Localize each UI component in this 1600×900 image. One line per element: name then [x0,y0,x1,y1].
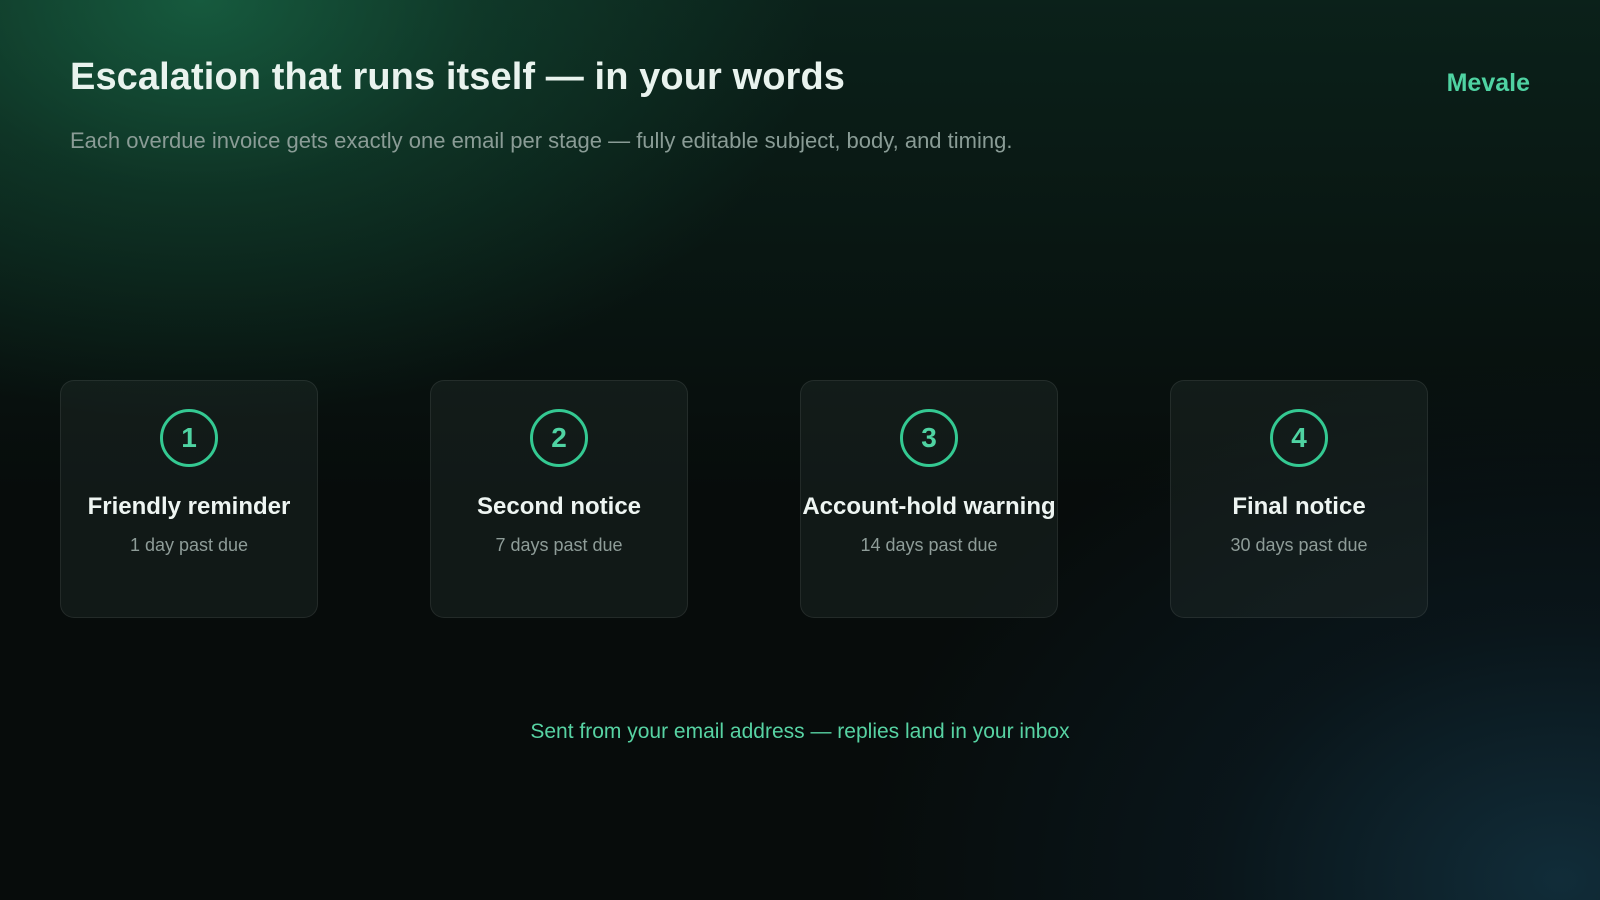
stage-timing: 14 days past due [860,535,998,555]
stage-timing: 30 days past due [1230,535,1368,555]
stage-number-badge: 3 [900,409,958,467]
stage-card-1: 1 Friendly reminder 1 day past due [60,380,318,618]
stage-number-badge: 4 [1270,409,1328,467]
footer-note: Sent from your email address — replies l… [530,720,1070,743]
stage-name: Second notice [476,493,642,520]
stage-name: Account-hold warning [802,493,1056,520]
stage-name: Final notice [1232,493,1366,520]
stage-timing: 7 days past due [495,535,623,555]
stage-number-badge: 2 [530,409,588,467]
stage-card-3: 3 Account-hold warning 14 days past due [800,380,1058,618]
page-subtitle: Each overdue invoice gets exactly one em… [70,128,1013,153]
stage-number-badge: 1 [160,409,218,467]
stage-card-2: 2 Second notice 7 days past due [430,380,688,618]
brand-logo: Mevale [1446,69,1530,97]
stage-name: Friendly reminder [87,493,291,520]
page-title: Escalation that runs itself — in your wo… [70,56,845,98]
stage-timing: 1 day past due [129,535,249,555]
stage-list: 1 Friendly reminder 1 day past due 2 Sec… [60,380,1430,620]
stage-card-4: 4 Final notice 30 days past due [1170,380,1428,618]
